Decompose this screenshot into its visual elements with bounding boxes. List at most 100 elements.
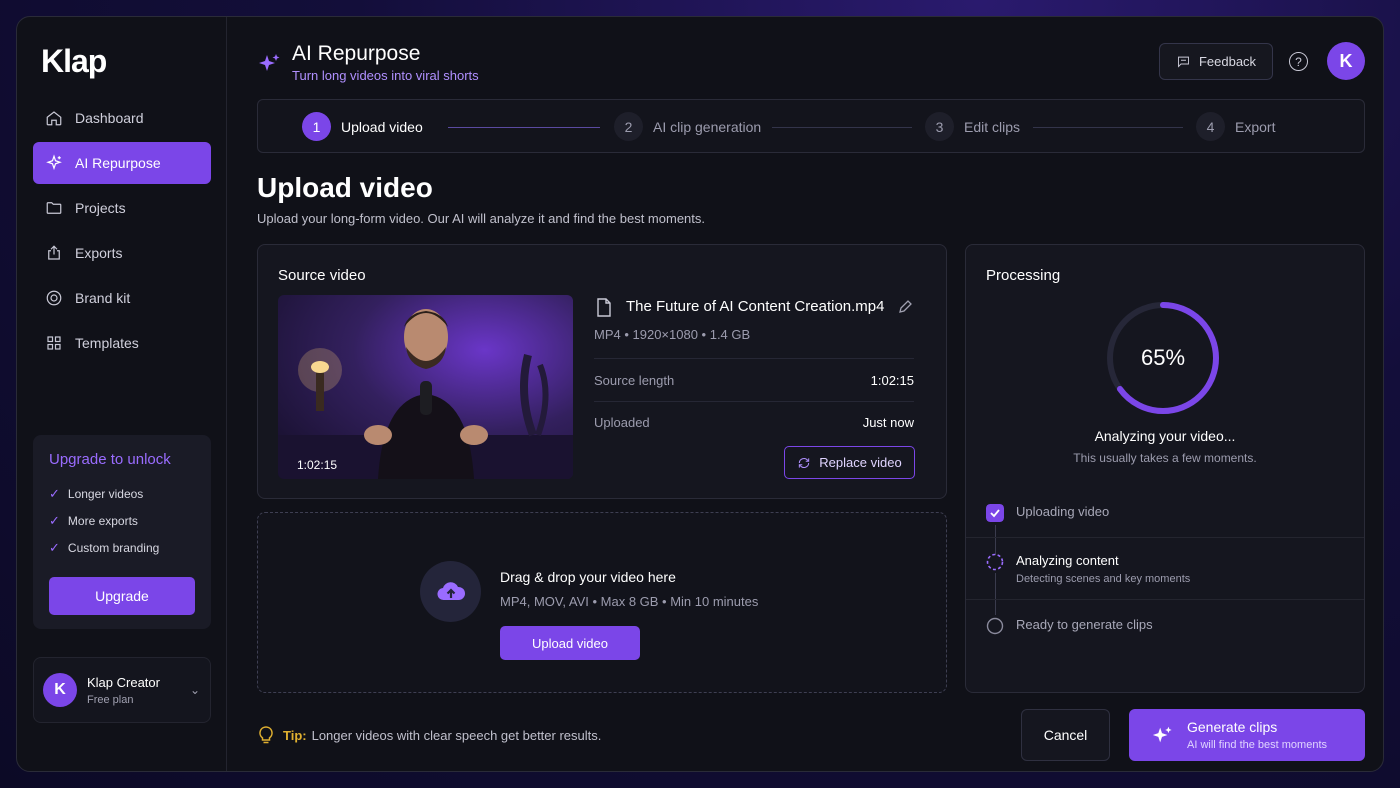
- export-icon: [48, 245, 60, 260]
- feature-label: Custom branding: [67, 540, 160, 555]
- folder-icon: [46, 202, 62, 214]
- sparkle-icon: [1152, 726, 1172, 743]
- step-number: 3: [925, 112, 954, 141]
- feedback-label: Feedback: [1198, 54, 1257, 69]
- grid-icon: [47, 336, 61, 350]
- file-meta: MP4 • 1920×1080 • 1.4 GB: [594, 327, 751, 342]
- progress-ring: 65%: [1106, 301, 1220, 415]
- file-icon: [597, 298, 611, 317]
- file-name: The Future of AI Content Creation.mp4: [626, 298, 885, 315]
- klap-logo[interactable]: Klap: [41, 43, 107, 80]
- tip-key: Tip:: [283, 727, 307, 743]
- page-header-title: AI Repurpose: [292, 42, 421, 65]
- tip-text: Longer videos with clear speech get bett…: [311, 727, 602, 743]
- generate-text: Generate clips AI will find the best mom…: [1187, 719, 1327, 751]
- user-plan: Free plan: [87, 693, 134, 706]
- cancel-button[interactable]: Cancel: [1021, 709, 1110, 761]
- sidebar-item-templates[interactable]: Templates: [33, 322, 211, 364]
- avatar: K: [43, 673, 77, 707]
- task-connector: [995, 525, 996, 555]
- sidebar-item-exports[interactable]: Exports: [33, 232, 211, 274]
- user-name: Klap Creator: [87, 674, 160, 690]
- checkbox-checked-icon: [986, 504, 1004, 522]
- check-icon: ✓: [49, 485, 60, 501]
- sidebar-item-label: Templates: [75, 335, 139, 351]
- generate-title: Generate clips: [1187, 719, 1278, 735]
- step-upload-video[interactable]: 1 Upload video: [302, 112, 423, 141]
- divider: [966, 537, 1364, 538]
- chevron-down-icon[interactable]: ⌄: [190, 683, 200, 697]
- upgrade-feature: ✓ Custom branding: [49, 534, 195, 561]
- step-number: 4: [1196, 112, 1225, 141]
- step-export[interactable]: 4 Export: [1196, 112, 1275, 141]
- source-length-label: Source length: [594, 373, 675, 388]
- card-title: Processing: [986, 267, 1061, 284]
- presenter-image: [278, 309, 573, 479]
- upgrade-title: Upgrade to unlock: [49, 451, 171, 468]
- sidebar-item-label: Exports: [75, 245, 123, 261]
- upload-video-button[interactable]: Upload video: [500, 626, 640, 660]
- user-meta: Klap Creator Free plan: [87, 675, 160, 706]
- step-number: 2: [614, 112, 643, 141]
- card-title: Source video: [278, 267, 366, 284]
- step-ai-clip-generation[interactable]: 2 AI clip generation: [614, 112, 761, 141]
- user-menu[interactable]: K Klap Creator Free plan ⌄: [33, 657, 211, 723]
- video-thumbnail[interactable]: 1:02:15: [278, 295, 573, 479]
- video-duration: 1:02:15: [297, 458, 338, 472]
- check-icon: ✓: [49, 512, 60, 528]
- stepper: 1 Upload video 2 AI clip generation 3 Ed…: [257, 99, 1365, 153]
- replace-video-button[interactable]: Replace video: [784, 446, 915, 479]
- tip: Tip: Longer videos with clear speech get…: [257, 725, 601, 745]
- step-label: AI clip generation: [653, 118, 762, 135]
- page-title: Upload video: [257, 172, 433, 203]
- spinner-icon: [986, 553, 1004, 571]
- drop-title: Drag & drop your video here: [500, 569, 676, 585]
- divider: [594, 401, 914, 402]
- drop-zone[interactable]: Drag & drop your video here MP4, MOV, AV…: [257, 512, 947, 693]
- sidebar-item-brand-kit[interactable]: Brand kit: [33, 277, 211, 319]
- upgrade-feature: ✓ Longer videos: [49, 480, 195, 507]
- profile-avatar[interactable]: K: [1327, 42, 1365, 80]
- step-connector: [448, 127, 600, 128]
- sidebar-item-label: AI Repurpose: [75, 155, 161, 171]
- feedback-button[interactable]: Feedback: [1159, 43, 1273, 80]
- upgrade-feature: ✓ More exports: [49, 507, 195, 534]
- uploaded-value: Just now: [862, 415, 914, 430]
- step-connector: [1033, 127, 1183, 128]
- feature-label: Longer videos: [67, 486, 144, 501]
- progress-percent: 65%: [1140, 345, 1186, 370]
- home-icon: [46, 111, 62, 126]
- sidebar: Klap Dashboard AI Repurpose Projects Exp…: [17, 17, 227, 771]
- sidebar-item-dashboard[interactable]: Dashboard: [33, 97, 211, 139]
- task-label: Ready to generate clips: [1016, 617, 1153, 632]
- sidebar-item-label: Brand kit: [75, 290, 131, 306]
- app-window: Klap Dashboard AI Repurpose Projects Exp…: [16, 16, 1384, 772]
- task-label: Analyzing content: [1016, 553, 1119, 568]
- generate-clips-button[interactable]: Generate clips AI will find the best mom…: [1129, 709, 1365, 761]
- uploaded-label: Uploaded: [594, 415, 650, 430]
- divider: [966, 599, 1364, 600]
- drop-subtitle: MP4, MOV, AVI • Max 8 GB • Min 10 minute…: [500, 594, 759, 609]
- step-label: Export: [1235, 118, 1276, 135]
- page-description: Upload your long-form video. Our AI will…: [257, 211, 705, 226]
- sidebar-item-ai-repurpose[interactable]: AI Repurpose: [33, 142, 211, 184]
- processing-card: Processing 65% Analyzing your video... T…: [965, 244, 1365, 693]
- task-ready: Ready to generate clips: [986, 617, 1153, 635]
- sidebar-item-projects[interactable]: Projects: [33, 187, 211, 229]
- help-icon[interactable]: ?: [1289, 52, 1308, 71]
- circle-icon: [986, 617, 1004, 635]
- task-uploading: Uploading video: [986, 504, 1109, 522]
- upgrade-button[interactable]: Upgrade: [49, 577, 195, 615]
- processing-status: Analyzing your video...: [1094, 428, 1236, 444]
- check-icon: ✓: [49, 539, 60, 555]
- step-edit-clips[interactable]: 3 Edit clips: [925, 112, 1020, 141]
- source-length-value: 1:02:15: [870, 373, 914, 388]
- pencil-icon[interactable]: [898, 299, 913, 314]
- step-connector: [772, 127, 912, 128]
- task-label: Uploading video: [1016, 504, 1110, 519]
- sparkle-icon: [259, 54, 280, 71]
- sidebar-item-label: Projects: [75, 200, 126, 216]
- upload-cloud-icon: [420, 561, 481, 622]
- main-content: AI Repurpose Turn long videos into viral…: [227, 17, 1383, 771]
- sparkle-icon: [46, 154, 62, 171]
